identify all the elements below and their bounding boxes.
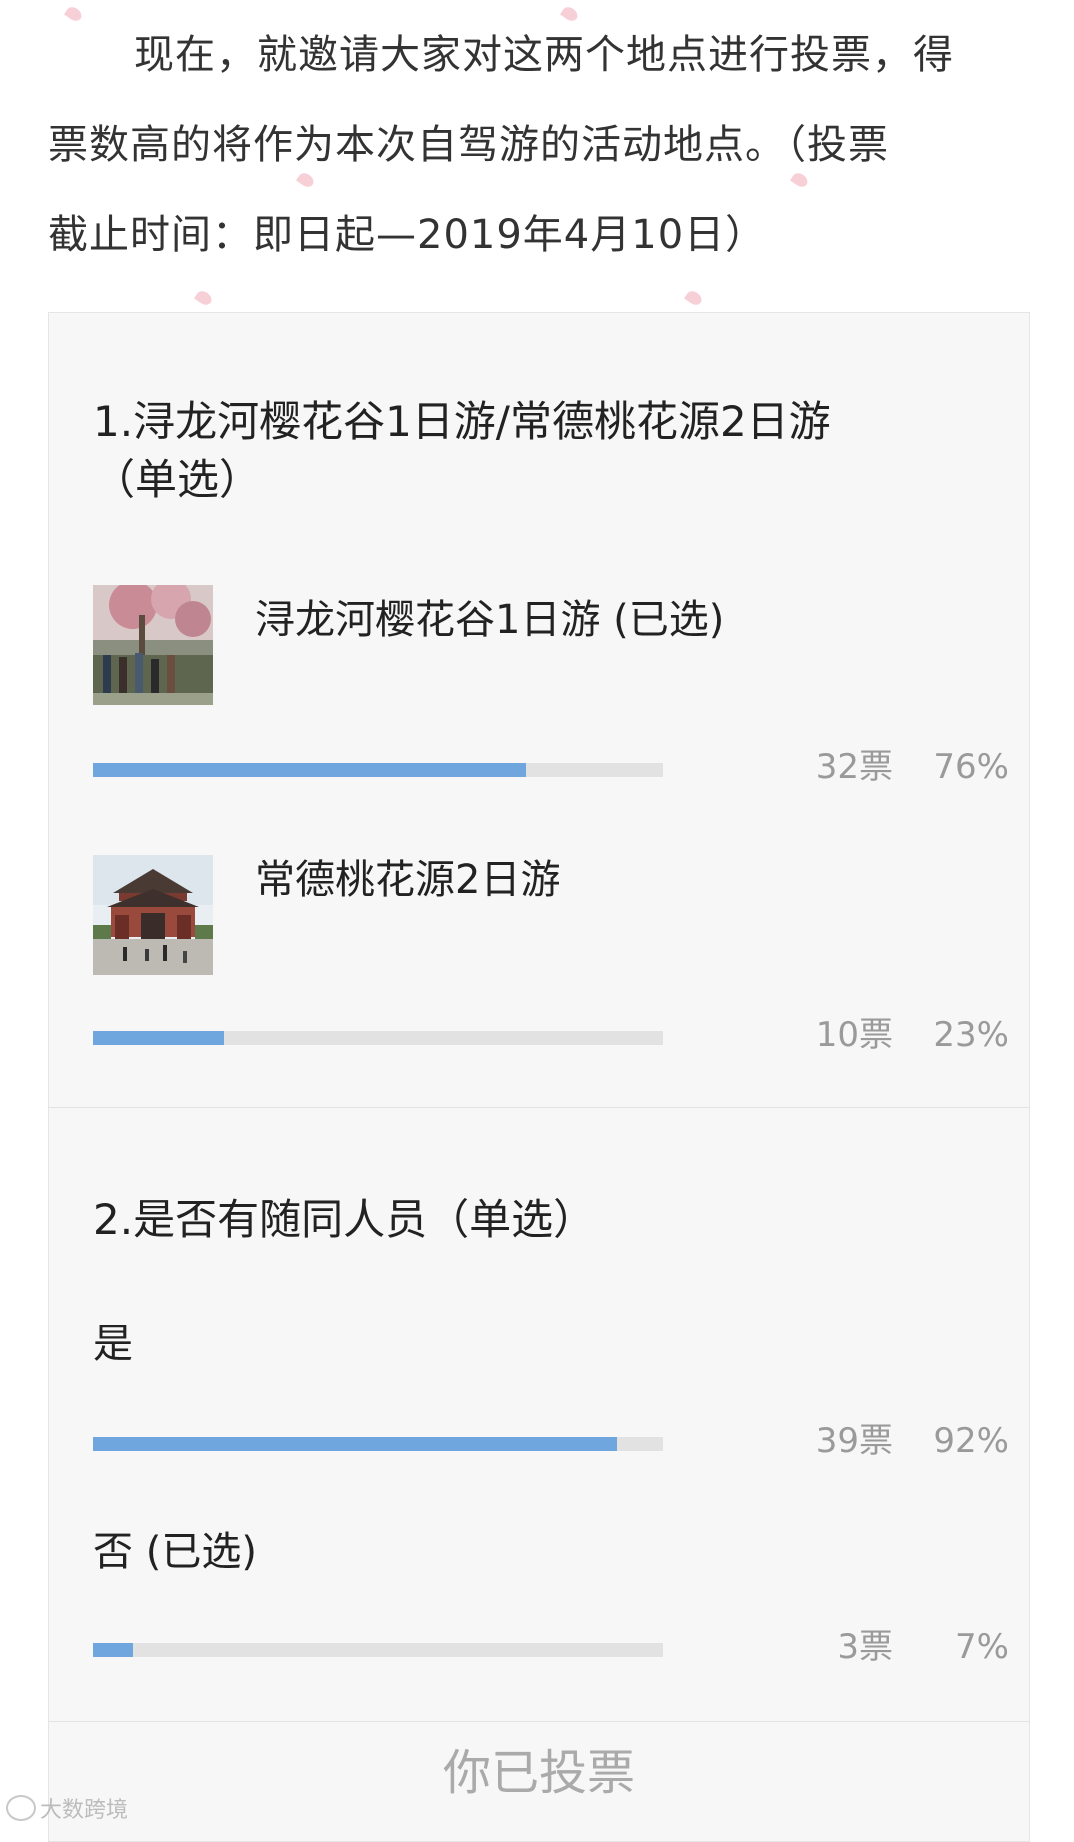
petal-decoration (684, 288, 704, 308)
vote-card: 1.浔龙河樱花谷1日游/常德桃花源2日游 （单选） 浔龙河樱花谷1日游 (已选) (48, 312, 1030, 1842)
vote-progress-fill (93, 1031, 225, 1045)
vote-result-row: 32票 76% (93, 747, 1009, 807)
section-divider (49, 1721, 1029, 1722)
intro-line: 现在，就邀请大家对这两个地点进行投票，得 (134, 32, 954, 78)
question-title-line: 2.是否有随同人员（单选） (93, 1195, 596, 1244)
vote-progress-fill (93, 1643, 133, 1657)
vote-percent: 92% (933, 1421, 1009, 1461)
option-label: 否 (已选) (93, 1529, 257, 1575)
vote-count: 32票 (815, 747, 893, 787)
question-title-line: 1.浔龙河樱花谷1日游/常德桃花源2日游 (93, 397, 831, 446)
petal-decoration (194, 288, 214, 308)
watermark-logo-icon (6, 1795, 36, 1821)
vote-count: 39票 (815, 1421, 893, 1461)
option-thumbnail (93, 855, 213, 975)
vote-percent: 76% (933, 747, 1009, 787)
vote-progress-bar (93, 763, 663, 777)
vote-progress-fill (93, 1437, 618, 1451)
vote-progress-bar (93, 1031, 663, 1045)
vote-result-row: 3票 7% (93, 1627, 1009, 1687)
option-label: 是 (93, 1321, 133, 1367)
watermark: 大数跨境 (6, 1792, 128, 1824)
intro-line: 票数高的将作为本次自驾游的活动地点。（投票 (48, 122, 889, 168)
option-thumbnail (93, 585, 213, 705)
vote-progress-bar (93, 1437, 663, 1451)
vote-progress-bar (93, 1643, 663, 1657)
vote-percent: 7% (955, 1627, 1009, 1667)
vote-percent: 23% (933, 1015, 1009, 1055)
vote-result-row: 39票 92% (93, 1421, 1009, 1481)
vote-count: 10票 (815, 1015, 893, 1055)
vote-progress-fill (93, 763, 527, 777)
voted-status: 你已投票 (442, 1745, 635, 1801)
question-title: 2.是否有随同人员（单选） (93, 1191, 1003, 1249)
option-label: 常德桃花源2日游 (255, 857, 561, 903)
question-title: 1.浔龙河樱花谷1日游/常德桃花源2日游 （单选） (93, 393, 1003, 509)
option-label: 浔龙河樱花谷1日游 (已选) (255, 597, 725, 643)
question-title-line: （单选） (93, 455, 262, 504)
vote-option[interactable]: 是 (93, 1319, 993, 1379)
vote-count: 3票 (837, 1627, 893, 1667)
vote-result-row: 10票 23% (93, 1015, 1009, 1075)
section-divider (49, 1107, 1029, 1108)
vote-option[interactable]: 否 (已选) (93, 1527, 993, 1587)
intro-line: 截止时间：即日起—2019年4月10日） (48, 212, 767, 258)
watermark-text: 大数跨境 (40, 1798, 129, 1823)
intro-paragraph: 现在，就邀请大家对这两个地点进行投票，得 票数高的将作为本次自驾游的活动地点。（… (48, 10, 1033, 280)
